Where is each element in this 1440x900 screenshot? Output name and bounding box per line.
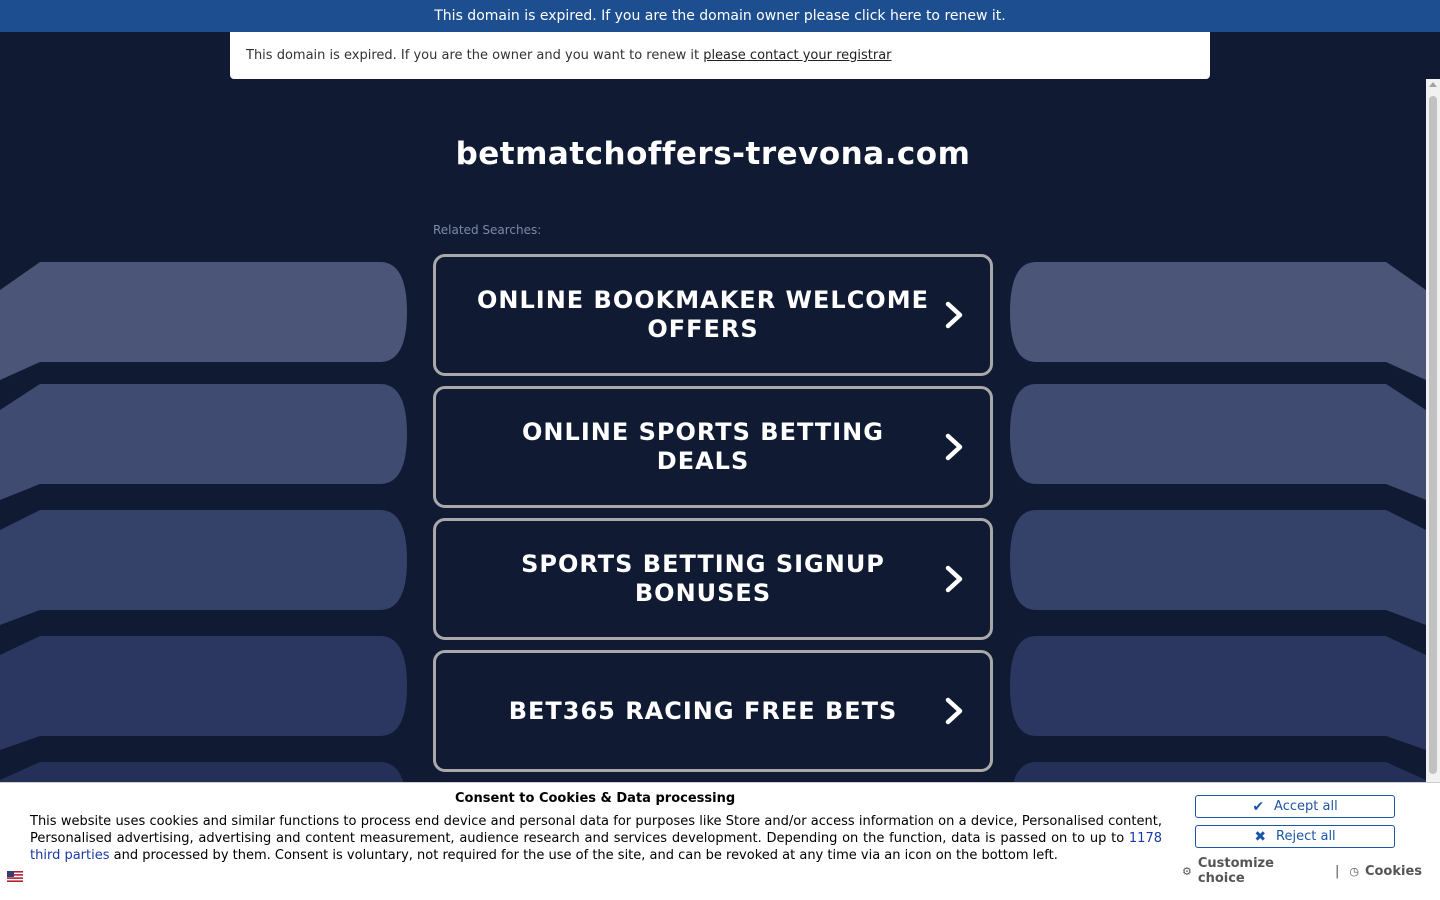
chevron-right-icon — [945, 697, 963, 725]
link-separator: | — [1334, 863, 1340, 879]
notice-text: This domain is expired. If you are the o… — [246, 48, 704, 63]
cookies-label: Cookies — [1364, 863, 1422, 879]
expiry-notice: This domain is expired. If you are the o… — [230, 32, 1210, 79]
renew-domain-banner[interactable]: This domain is expired. If you are the d… — [0, 0, 1440, 32]
chevron-right-icon — [945, 433, 963, 461]
us-flag-icon[interactable] — [7, 871, 23, 882]
banner-text: This domain is expired. If you are the d… — [434, 8, 1006, 24]
related-search-label: ONLINE SPORTS BETTING DEALS — [522, 418, 884, 475]
x-icon: ✖ — [1254, 828, 1267, 845]
scrollbar-thumb[interactable] — [1429, 96, 1437, 774]
background-decoration-left — [0, 80, 420, 900]
chevron-right-icon — [945, 301, 963, 329]
cookie-consent-bar: Consent to Cookies & Data processing Thi… — [0, 782, 1440, 900]
related-search-button[interactable]: SPORTS BETTING SIGNUP BONUSES — [433, 518, 993, 640]
cookie-icon: ◷ — [1349, 864, 1359, 878]
chevron-right-icon — [945, 565, 963, 593]
consent-text-before: This website uses cookies and similar fu… — [30, 814, 1162, 846]
accept-all-button[interactable]: ✔ Accept all — [1195, 795, 1395, 818]
related-searches-label: Related Searches: — [433, 223, 542, 237]
domain-title: betmatchoffers-trevona.com — [455, 136, 971, 172]
related-search-label: BET365 RACING FREE BETS — [508, 696, 898, 725]
consent-description: This website uses cookies and similar fu… — [30, 813, 1162, 864]
contact-registrar-link[interactable]: please contact your registrar — [703, 48, 891, 63]
consent-text-after: and processed by them. Consent is volunt… — [109, 848, 1058, 863]
cookies-link[interactable]: ◷ Cookies — [1349, 864, 1422, 879]
check-icon: ✔ — [1252, 798, 1265, 815]
related-search-button[interactable]: ONLINE SPORTS BETTING DEALS — [433, 386, 993, 508]
page-scrollbar[interactable] — [1426, 79, 1440, 900]
related-search-button[interactable]: ONLINE BOOKMAKER WELCOME OFFERS — [433, 254, 993, 376]
gear-icon: ⚙ — [1182, 864, 1192, 878]
related-search-label: ONLINE BOOKMAKER WELCOME OFFERS — [477, 286, 929, 343]
scroll-up-arrow-icon[interactable] — [1429, 82, 1437, 87]
related-search-label: SPORTS BETTING SIGNUP BONUSES — [521, 550, 885, 607]
reject-all-label: Reject all — [1276, 829, 1336, 844]
customize-choice-link[interactable]: ⚙ Customize choice — [1182, 856, 1325, 886]
accept-all-label: Accept all — [1274, 799, 1338, 814]
consent-title: Consent to Cookies & Data processing — [455, 791, 736, 806]
related-searches-list: ONLINE BOOKMAKER WELCOME OFFERS ONLINE S… — [433, 254, 993, 782]
related-search-button[interactable]: BET365 RACING FREE BETS — [433, 650, 993, 772]
background-decoration-right — [1006, 80, 1426, 900]
customize-choice-label: Customize choice — [1197, 856, 1274, 886]
reject-all-button[interactable]: ✖ Reject all — [1195, 825, 1395, 848]
consent-links: ⚙ Customize choice | ◷ Cookies — [1182, 856, 1422, 886]
